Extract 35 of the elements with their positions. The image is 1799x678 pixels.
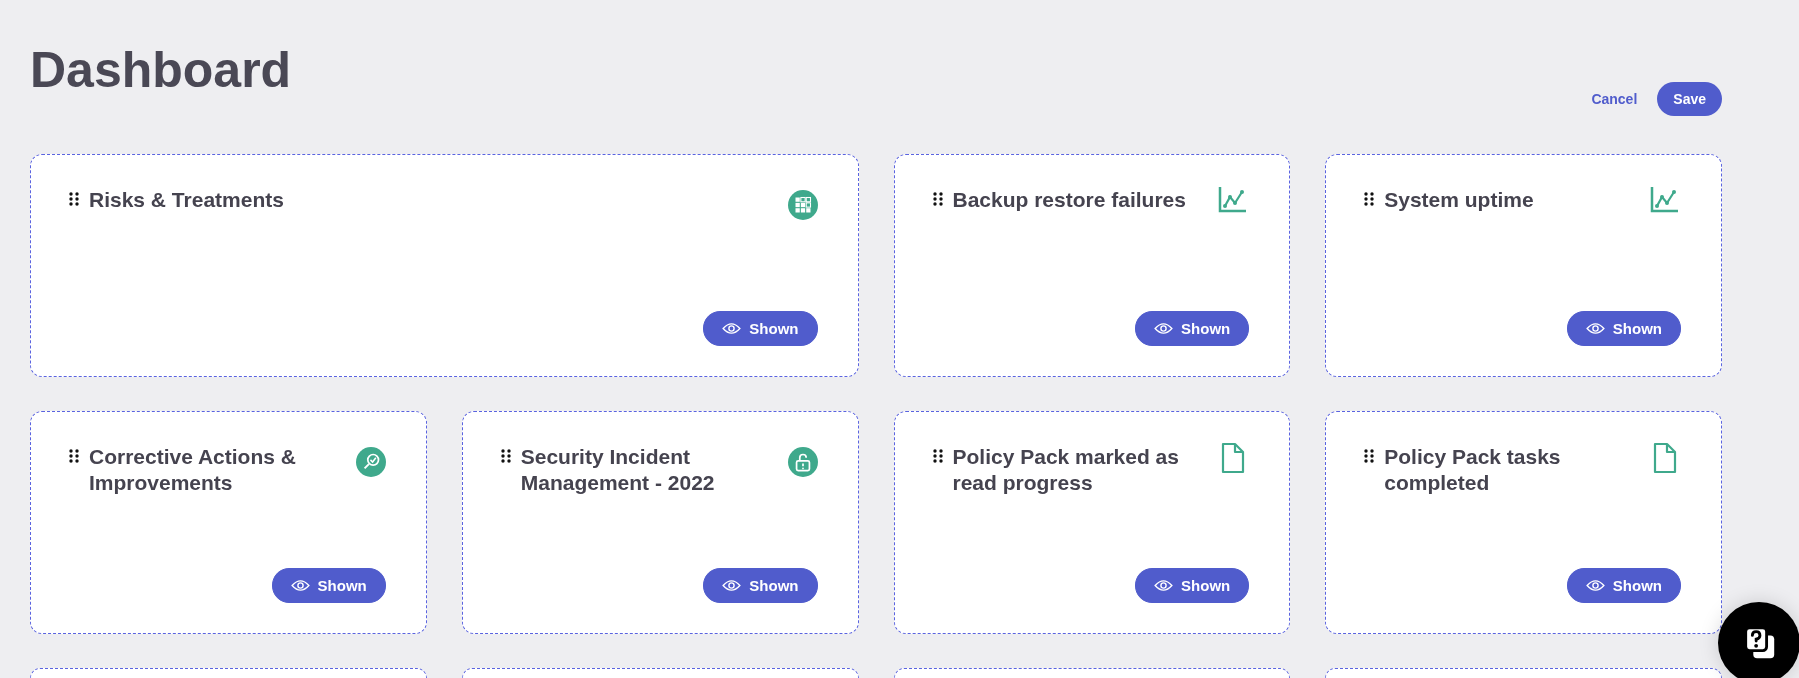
widget-title: System uptime [1384,187,1535,213]
save-button[interactable]: Save [1657,82,1722,116]
visibility-toggle[interactable]: Shown [703,311,818,346]
cancel-button[interactable]: Cancel [1587,85,1642,113]
widget-title: Policy Pack marked as read progress [952,444,1180,496]
magnifier-check-icon [355,447,386,477]
visibility-toggle[interactable]: Shown [1566,311,1681,346]
eye-icon [722,322,742,335]
eye-icon [290,579,310,592]
drag-handle-icon[interactable] [1364,449,1375,463]
widget-title: Corrective Actions & Improvements [89,444,297,496]
drag-handle-icon[interactable] [500,449,511,463]
help-button[interactable] [1718,602,1799,678]
eye-icon [1585,579,1605,592]
widget-title: Security Incident Management - 2022 [520,444,716,496]
drag-handle-icon[interactable] [1364,192,1375,206]
visibility-toggle[interactable]: Shown [1135,311,1250,346]
unlocked-padlock-icon [787,447,818,477]
widget-title: Risks & Treatments [89,187,285,213]
grid-icon [787,190,818,220]
drag-handle-icon[interactable] [932,449,943,463]
drag-handle-icon[interactable] [932,192,943,206]
visibility-toggle[interactable]: Shown [271,568,386,603]
visibility-toggle[interactable]: Shown [703,568,818,603]
widget-title: Policy Pack tasks completed [1384,444,1562,496]
eye-icon [1154,322,1174,335]
drag-handle-icon[interactable] [69,449,79,463]
visibility-toggle[interactable]: Shown [1566,568,1681,603]
eye-icon [1154,579,1174,592]
eye-icon [1585,322,1605,335]
page-title: Dashboard [30,41,292,100]
widget-title: Backup restore failures [952,187,1187,213]
eye-icon [722,579,742,592]
drag-handle-icon[interactable] [69,192,79,206]
visibility-toggle[interactable]: Shown [1135,568,1250,603]
